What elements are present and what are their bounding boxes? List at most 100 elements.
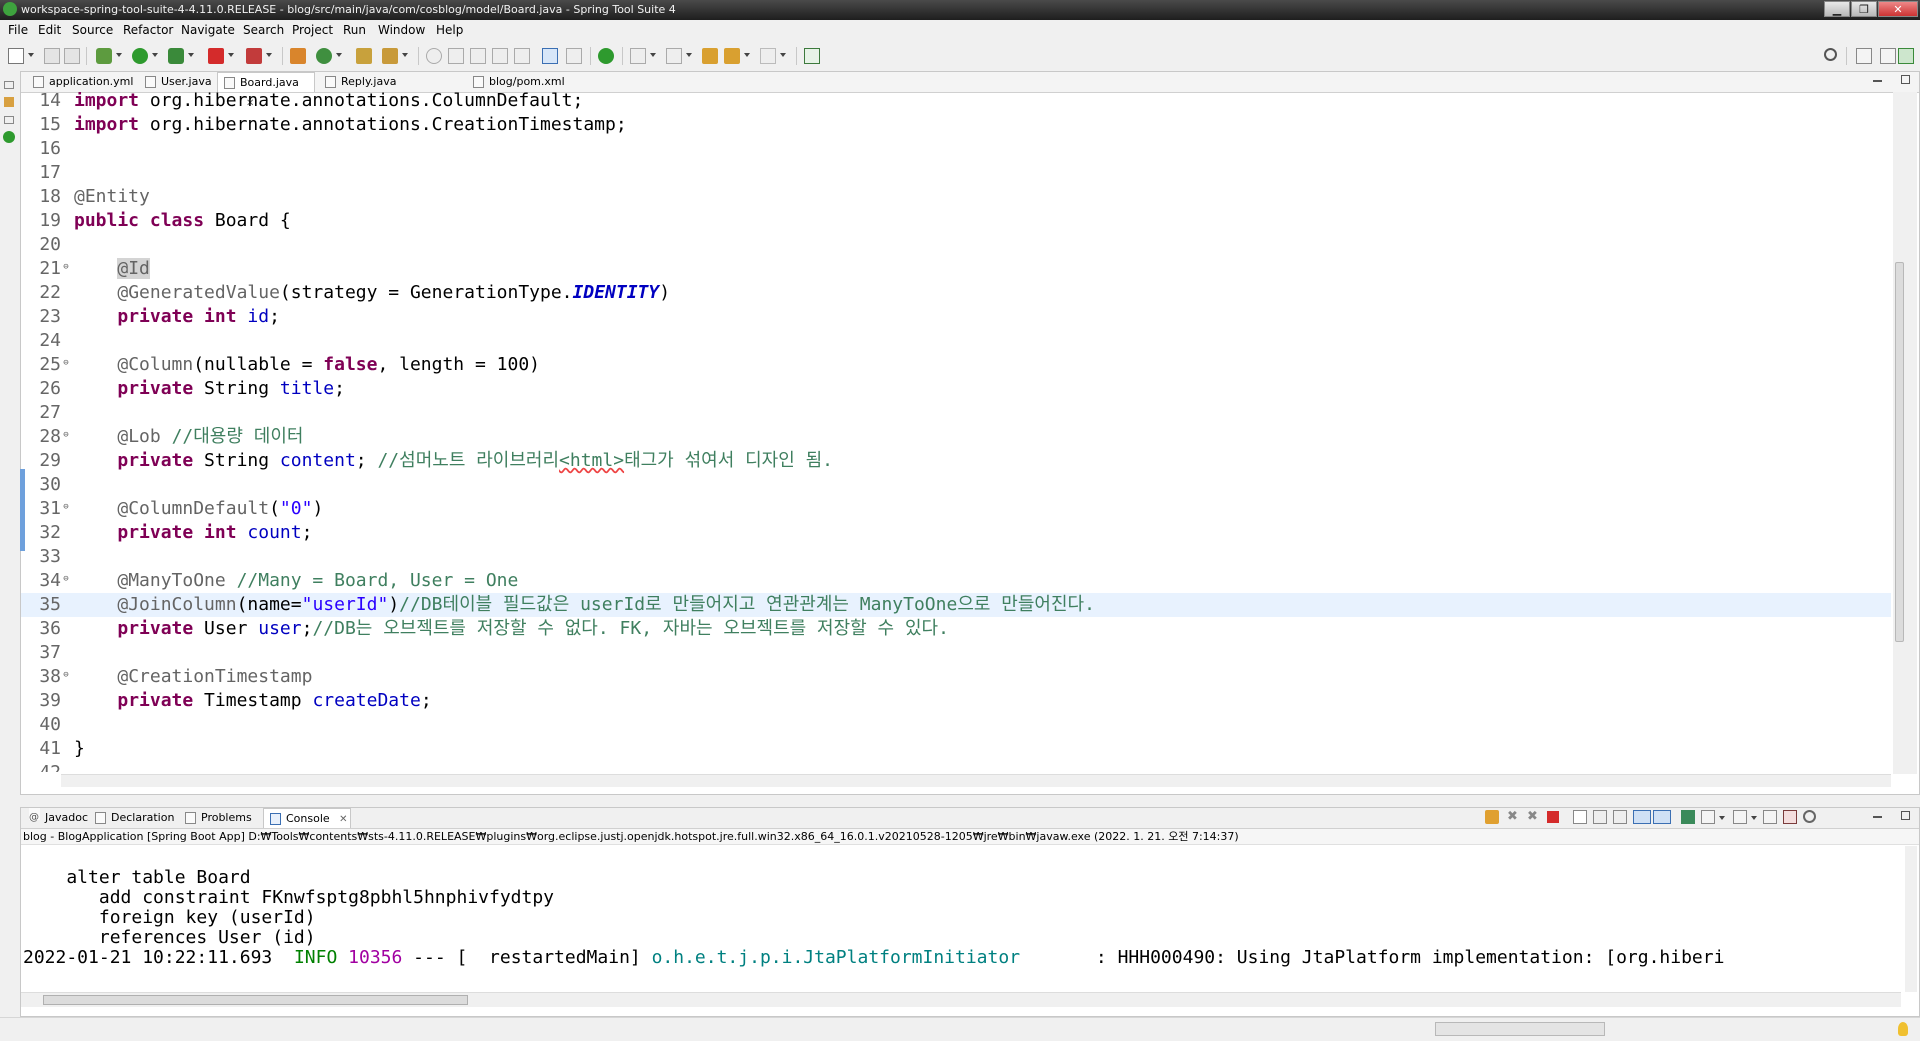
pin-editor-icon[interactable]	[804, 48, 820, 64]
code-line[interactable]: 28 ⊖ @Lob //대용량 데이터	[21, 425, 1891, 449]
code-line[interactable]: 36 private User user;//DB는 오브젝트를 저장할 수 없…	[21, 617, 1891, 641]
last-edit-location-icon[interactable]	[702, 48, 718, 64]
run-dropdown-icon[interactable]	[152, 53, 158, 57]
new-project-icon[interactable]	[290, 48, 306, 64]
word-wrap-icon[interactable]	[492, 48, 508, 64]
new-class-icon[interactable]	[316, 48, 332, 64]
code-line[interactable]: 32 private int count;	[21, 521, 1891, 545]
forward-icon[interactable]	[760, 48, 776, 64]
fold-toggle-icon[interactable]: ⊖	[62, 671, 70, 680]
code-line[interactable]: 25 ⊖ @Column(nullable = false, length = 1…	[21, 353, 1891, 377]
tab-pom-xml[interactable]: blog/pom.xml	[467, 72, 577, 92]
tab-javadoc[interactable]: @ Javadoc	[23, 808, 89, 828]
relaunch-console-icon[interactable]	[1485, 810, 1499, 824]
fold-toggle-icon[interactable]: ⊖	[62, 575, 70, 584]
menu-project[interactable]: Project	[292, 23, 333, 37]
code-line[interactable]: 39 private Timestamp createDate;	[21, 689, 1891, 713]
relaunch-dropdown-icon[interactable]	[266, 53, 272, 57]
fold-toggle-icon[interactable]: ⊖	[62, 431, 70, 440]
restore-icon[interactable]	[4, 81, 14, 89]
block-selection-icon[interactable]	[470, 48, 486, 64]
java-ee-perspective-icon[interactable]	[1880, 48, 1896, 64]
maximize-editor-icon[interactable]	[1901, 75, 1910, 84]
minimize-editor-icon[interactable]	[1873, 80, 1882, 82]
tab-reply-java[interactable]: Reply.java	[319, 72, 399, 92]
code-line[interactable]: 37	[21, 641, 1891, 665]
code-line[interactable]: 33	[21, 545, 1891, 569]
console-output[interactable]: alter table Board add constraint FKnwfsp…	[21, 846, 1901, 992]
menu-search[interactable]: Search	[243, 23, 284, 37]
remove-all-launches-icon[interactable]: ✖	[1527, 810, 1541, 824]
menu-file[interactable]: File	[8, 23, 28, 37]
copy-icon[interactable]	[1763, 810, 1777, 824]
open-console-icon[interactable]	[542, 48, 558, 64]
previous-annotation-icon[interactable]	[666, 48, 682, 64]
save-icon[interactable]	[44, 48, 60, 64]
boot-dashboard-icon[interactable]	[3, 131, 15, 143]
tab-declaration[interactable]: Declaration	[89, 808, 179, 828]
code-line[interactable]: 17	[21, 161, 1891, 185]
tab-problems[interactable]: Problems	[179, 808, 261, 828]
run-external-dropdown-icon[interactable]	[188, 53, 194, 57]
editor-scroll-thumb[interactable]	[1895, 262, 1904, 642]
tab-application-yml[interactable]: application.yml	[27, 72, 137, 92]
code-line[interactable]: 18 @Entity	[21, 185, 1891, 209]
forward-dropdown-icon[interactable]	[780, 53, 786, 57]
remove-launch-icon[interactable]: ✖	[1507, 810, 1521, 824]
menu-window[interactable]: Window	[378, 23, 425, 37]
menu-run[interactable]: Run	[343, 23, 366, 37]
code-line[interactable]: 14 import org.hibernate.annotations.Colum…	[21, 92, 1891, 113]
code-line[interactable]: 35 @JoinColumn(name="userId")//DB테이블 필드값…	[21, 593, 1891, 617]
stop-icon[interactable]	[208, 48, 224, 64]
new-class-dropdown-icon[interactable]	[336, 53, 342, 57]
debug-icon[interactable]	[96, 48, 112, 64]
show-stdout-icon[interactable]	[1633, 810, 1651, 824]
code-line[interactable]: 16	[21, 137, 1891, 161]
terminate-icon[interactable]	[1547, 811, 1559, 823]
back-dropdown-icon[interactable]	[744, 53, 750, 57]
run-external-icon[interactable]	[168, 48, 184, 64]
search-tool-icon[interactable]	[382, 48, 398, 64]
code-line[interactable]: 29 private String content; //섬머노트 라이브러리<…	[21, 449, 1891, 473]
display-console-dropdown-icon[interactable]	[1719, 816, 1725, 820]
new-dropdown-icon[interactable]	[28, 53, 34, 57]
open-console-view-icon[interactable]	[1733, 810, 1747, 824]
package-explorer-icon[interactable]	[4, 97, 14, 107]
word-wrap-console-icon[interactable]	[1613, 810, 1627, 824]
code-line[interactable]: 20	[21, 233, 1891, 257]
fold-toggle-icon[interactable]: ⊖	[62, 263, 70, 272]
show-stderr-icon[interactable]	[1653, 810, 1671, 824]
open-type-icon[interactable]	[356, 48, 372, 64]
previous-annotation-dropdown-icon[interactable]	[686, 53, 692, 57]
stop-dropdown-icon[interactable]	[228, 53, 234, 57]
outline-icon[interactable]	[4, 116, 14, 124]
tab-board-java[interactable]: Board.java ✕	[217, 72, 315, 109]
menu-edit[interactable]: Edit	[38, 23, 61, 37]
close-window-button[interactable]: ✕	[1878, 1, 1918, 17]
code-line[interactable]: 15 import org.hibernate.annotations.Creat…	[21, 113, 1891, 137]
code-line[interactable]: 34 ⊖ @ManyToOne //Many = Board, User = On…	[21, 569, 1891, 593]
spring-boot-dashboard-icon[interactable]	[598, 48, 614, 64]
code-line[interactable]: 24	[21, 329, 1891, 353]
console-scroll-thumb[interactable]	[43, 995, 468, 1005]
code-line[interactable]: 42	[21, 761, 1891, 772]
tab-console[interactable]: Console ✕	[263, 808, 351, 828]
open-console-dropdown-icon[interactable]	[1751, 816, 1757, 820]
run-icon[interactable]	[132, 48, 148, 64]
code-line[interactable]: 38 ⊖ @CreationTimestamp	[21, 665, 1891, 689]
lightbulb-icon[interactable]	[1898, 1022, 1908, 1036]
fold-toggle-icon[interactable]: ⊖	[62, 359, 70, 368]
search-icon[interactable]	[1824, 48, 1837, 61]
new-icon[interactable]	[8, 48, 24, 64]
maximize-console-icon[interactable]	[1901, 811, 1910, 820]
menu-navigate[interactable]: Navigate	[181, 23, 235, 37]
code-line[interactable]: 27	[21, 401, 1891, 425]
scroll-lock-icon[interactable]	[1593, 810, 1607, 824]
toggle-mark-occurrences-icon[interactable]	[426, 48, 442, 64]
back-icon[interactable]	[724, 48, 740, 64]
code-line[interactable]: 21 ⊖ @Id	[21, 257, 1891, 281]
code-line[interactable]: 30	[21, 473, 1891, 497]
search-tool-dropdown-icon[interactable]	[402, 53, 408, 57]
code-line[interactable]: 19 public class Board {	[21, 209, 1891, 233]
code-line[interactable]: 41}	[21, 737, 1891, 761]
